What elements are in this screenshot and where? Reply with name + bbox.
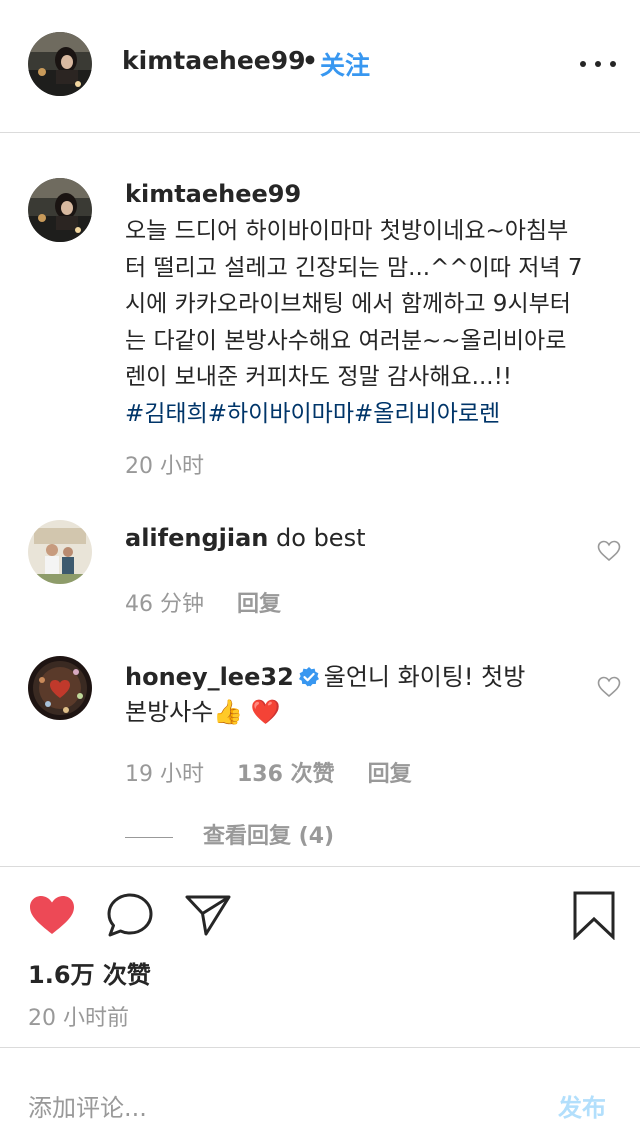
- heart-outline-icon[interactable]: [597, 676, 621, 698]
- comment-timestamp: 19 小时: [125, 762, 204, 787]
- bookmark-icon[interactable]: [572, 890, 616, 940]
- paper-plane-icon[interactable]: [184, 894, 232, 936]
- action-bar: [0, 888, 640, 948]
- verified-badge-icon: [298, 667, 319, 687]
- comment-username[interactable]: honey_lee32: [125, 663, 294, 691]
- view-replies-button[interactable]: 查看回复 (4): [125, 818, 334, 850]
- header-username[interactable]: kimtaehee99: [122, 46, 306, 75]
- heart-outline-icon[interactable]: [597, 540, 621, 562]
- like-count[interactable]: 1.6万 次赞: [28, 955, 151, 990]
- hashtag-links[interactable]: #김태희#하이바이마마#올리비아로렌: [125, 396, 625, 433]
- post-header: kimtaehee99 • 关注: [0, 0, 640, 132]
- comment-meta: 46 分钟 回复: [125, 586, 307, 618]
- comment-meta: 19 小时 136 次赞 回复: [125, 756, 438, 788]
- view-replies-label: 查看回复 (4): [203, 824, 335, 849]
- comment-bubble-icon[interactable]: [106, 892, 154, 938]
- caption-line: 시에 카카오라이브채팅 에서 함께하고 9시부터: [125, 291, 571, 317]
- heart-filled-icon[interactable]: [28, 894, 76, 936]
- comment-text: alifengjian do best: [125, 524, 365, 552]
- caption-line: 터 떨리고 설레고 긴장되는 맘...^^이따 저녁 7: [125, 254, 583, 281]
- comment-timestamp: 46 分钟: [125, 592, 204, 617]
- commenter-avatar[interactable]: [28, 656, 92, 720]
- reply-button[interactable]: 回复: [237, 592, 281, 617]
- caption-text: 오늘 드디어 하이바이마마 첫방이네요~아침부 터 떨리고 설레고 긴장되는 맘…: [125, 213, 625, 432]
- comment-body: do best: [276, 524, 366, 552]
- caption-line: 렌이 보내준 커피차도 정말 감사해요...!!: [125, 364, 513, 390]
- comment-likes[interactable]: 136 次赞: [237, 762, 335, 787]
- comment-body: 울언니 화이팅! 첫방: [323, 663, 526, 691]
- follow-button[interactable]: 关注: [320, 46, 370, 82]
- caption-avatar[interactable]: [28, 178, 92, 242]
- caption-line: 는 다같이 본방사수해요 여러분~~올리비아로: [125, 327, 567, 354]
- caption-timestamp: 20 小时: [125, 454, 204, 479]
- header-divider: [0, 132, 640, 133]
- header-separator: •: [302, 46, 318, 75]
- comment-input[interactable]: 添加评论...: [28, 1088, 147, 1123]
- more-dots-icon[interactable]: [580, 56, 616, 72]
- avatar[interactable]: [28, 32, 92, 96]
- composer-divider: [0, 1047, 640, 1048]
- comments-divider: [0, 866, 640, 867]
- replies-divider: [125, 836, 173, 838]
- comment-text: honey_lee32 울언니 화이팅! 첫방 본방사수👍 ❤️: [125, 660, 565, 730]
- publish-button[interactable]: 发布: [558, 1088, 606, 1123]
- comment-body-line2: 본방사수👍 ❤️: [125, 698, 281, 726]
- post-timestamp: 20 小时前: [28, 1006, 129, 1031]
- comment-username[interactable]: alifengjian: [125, 524, 268, 552]
- reply-button[interactable]: 回复: [368, 762, 412, 787]
- caption-line: 오늘 드디어 하이바이마마 첫방이네요~아침부: [125, 218, 569, 244]
- caption-username[interactable]: kimtaehee99: [125, 180, 301, 208]
- commenter-avatar[interactable]: [28, 520, 92, 584]
